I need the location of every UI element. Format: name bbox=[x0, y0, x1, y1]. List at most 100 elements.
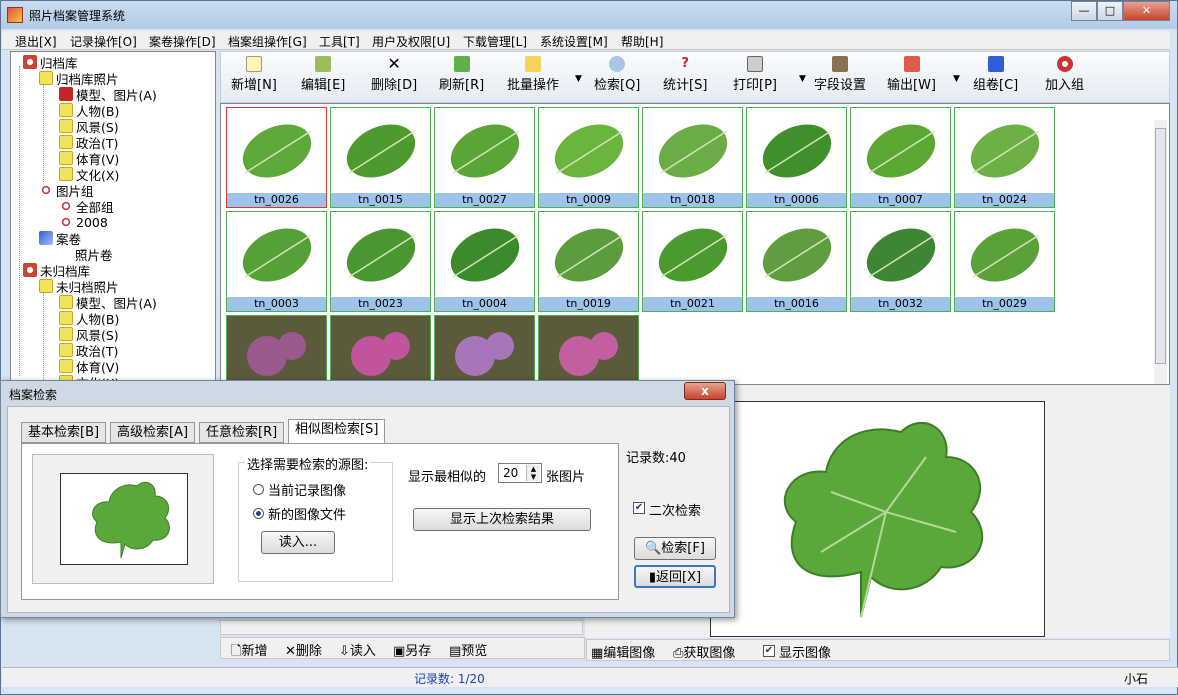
thumbnail-image bbox=[959, 113, 1051, 191]
bottom-new-button[interactable]: 🗋新增 bbox=[231, 640, 267, 664]
thumbnail-image bbox=[231, 217, 323, 295]
bottom-save-as-button[interactable]: ▣另存 bbox=[393, 640, 431, 659]
dialog-close-button[interactable]: x bbox=[684, 382, 726, 400]
close-button[interactable]: ✕ bbox=[1123, 1, 1170, 21]
export-dropdown-icon[interactable]: ▼ bbox=[953, 74, 960, 84]
thumbnail-label: tn_0032 bbox=[851, 297, 950, 311]
thumbnail-image bbox=[231, 113, 323, 191]
flower-thumbnail-image bbox=[435, 316, 534, 384]
toolbar-edit-button[interactable]: 编辑[E] bbox=[301, 54, 345, 93]
thumbnail-item[interactable]: tn_0024 bbox=[954, 107, 1055, 208]
toolbar-new-button[interactable]: 新增[N] bbox=[231, 54, 277, 93]
thumbnail-item[interactable]: tn_0003 bbox=[226, 211, 327, 312]
toolbar-export-button[interactable]: 输出[W] bbox=[887, 54, 936, 93]
menu-download[interactable]: 下载管理[L] bbox=[463, 33, 527, 50]
thumbnail-item[interactable]: tn_0026 bbox=[226, 107, 327, 208]
volume-icon bbox=[987, 56, 1004, 72]
tab-basic-search[interactable]: 基本检索[B] bbox=[21, 422, 107, 443]
thumbnail-item[interactable]: tn_0027 bbox=[434, 107, 535, 208]
status-bar: 记录数: 1/20 小石 bbox=[2, 667, 1178, 687]
batch-dropdown-icon[interactable]: ▼ bbox=[575, 74, 582, 84]
second-search-checkbox[interactable]: ✔ bbox=[633, 502, 645, 514]
thumbnail-item[interactable]: tn_0019 bbox=[538, 211, 639, 312]
thumbnail-item[interactable]: tn_0021 bbox=[642, 211, 743, 312]
status-user: 小石 bbox=[1123, 672, 1148, 686]
toolbar-batch-button[interactable]: 批量操作 bbox=[507, 54, 559, 93]
thumbnail-item[interactable] bbox=[226, 315, 327, 384]
group-icon bbox=[59, 199, 73, 213]
menu-exit[interactable]: 退出[X] bbox=[15, 33, 57, 50]
radio-new-image-file[interactable]: 新的图像文件 bbox=[253, 504, 346, 523]
menu-record[interactable]: 记录操作[O] bbox=[70, 33, 137, 50]
person-icon bbox=[59, 103, 73, 117]
tab-free-search[interactable]: 任意检索[R] bbox=[199, 422, 285, 443]
thumbnail-item[interactable]: tn_0032 bbox=[850, 211, 951, 312]
menu-users[interactable]: 用户及权限[U] bbox=[372, 33, 450, 50]
thumbnail-item[interactable] bbox=[330, 315, 431, 384]
bottom-preview-button[interactable]: ▤预览 bbox=[449, 640, 487, 659]
print-dropdown-icon[interactable]: ▼ bbox=[799, 74, 806, 84]
load-button[interactable]: 读入... bbox=[261, 531, 335, 554]
radio-current-record-image[interactable]: 当前记录图像 bbox=[253, 480, 346, 499]
group-icon bbox=[39, 183, 53, 197]
thumbnail-item[interactable] bbox=[538, 315, 639, 384]
thumbnail-image bbox=[855, 113, 947, 191]
thumbnail-item[interactable]: tn_0006 bbox=[746, 107, 847, 208]
radio-dot-selected[interactable] bbox=[253, 508, 264, 519]
stepper-arrows-icon[interactable]: ▲ ▼ bbox=[526, 465, 540, 481]
thumbnail-image bbox=[647, 217, 739, 295]
thumbnail-item[interactable]: tn_0016 bbox=[746, 211, 847, 312]
toolbar-print-button[interactable]: 打印[P] bbox=[733, 54, 777, 93]
tab-similar-image-search[interactable]: 相似图检索[S] bbox=[288, 419, 386, 444]
menu-help[interactable]: 帮助[H] bbox=[621, 33, 663, 50]
minimize-button[interactable]: — bbox=[1071, 1, 1097, 21]
menu-tools[interactable]: 工具[T] bbox=[319, 33, 360, 50]
thumbnail-label: tn_0009 bbox=[539, 193, 638, 207]
app-icon bbox=[7, 7, 23, 23]
toolbar-volume-button[interactable]: 组卷[C] bbox=[973, 54, 1018, 93]
record-actions-bar: 🗋新增 ✕删除 ⇩读入 ▣另存 ▤预览 bbox=[220, 637, 585, 659]
person-icon bbox=[59, 295, 73, 309]
thumbnail-item[interactable]: tn_0029 bbox=[954, 211, 1055, 312]
show-last-results-button[interactable]: 显示上次检索结果 bbox=[413, 508, 591, 531]
thumbnail-item[interactable]: tn_0023 bbox=[330, 211, 431, 312]
thumbnail-item[interactable] bbox=[434, 315, 535, 384]
thumbnail-image bbox=[751, 217, 843, 295]
source-groupbox: 选择需要检索的源图: 当前记录图像 新的图像文件 读入... bbox=[238, 454, 393, 582]
toolbar-add-group-button[interactable]: 加入组 bbox=[1045, 54, 1084, 93]
thumbnail-item[interactable]: tn_0009 bbox=[538, 107, 639, 208]
thumbnail-label: tn_0018 bbox=[643, 193, 742, 207]
get-image-button[interactable]: ⎙获取图像 bbox=[673, 642, 735, 661]
scrollbar-thumb[interactable] bbox=[1155, 128, 1166, 364]
edit-image-button[interactable]: ▦编辑图像 bbox=[591, 642, 655, 661]
thumbnail-item[interactable]: tn_0004 bbox=[434, 211, 535, 312]
thumbnail-item[interactable]: tn_0007 bbox=[850, 107, 951, 208]
toolbar-stats-button[interactable]: ? 统计[S] bbox=[663, 54, 707, 93]
similar-count-stepper[interactable]: 20 ▲ ▼ bbox=[498, 463, 542, 483]
menu-group[interactable]: 档案组操作[G] bbox=[228, 33, 307, 50]
menu-settings[interactable]: 系统设置[M] bbox=[540, 33, 608, 50]
back-button[interactable]: ▮返回[X] bbox=[634, 565, 716, 588]
thumbnail-label: tn_0026 bbox=[227, 193, 326, 207]
bottom-import-button[interactable]: ⇩读入 bbox=[339, 640, 376, 659]
toolbar-refresh-button[interactable]: 刷新[R] bbox=[439, 54, 484, 93]
horizontal-scrollbar[interactable] bbox=[220, 620, 583, 635]
thumbnail-item[interactable]: tn_0015 bbox=[330, 107, 431, 208]
search-button[interactable]: 🔍检索[F] bbox=[634, 537, 716, 560]
vertical-scrollbar[interactable] bbox=[1154, 120, 1167, 384]
toolbar-field-settings-button[interactable]: 字段设置 bbox=[814, 54, 866, 93]
source-leaf-image bbox=[92, 481, 170, 559]
tree-node[interactable]: 全部组 bbox=[59, 198, 114, 215]
toolbar-search-button[interactable]: 检索[Q] bbox=[594, 54, 640, 93]
show-image-checkbox[interactable]: ✔ bbox=[763, 645, 775, 657]
bottom-delete-button[interactable]: ✕删除 bbox=[285, 640, 322, 659]
radio-dot[interactable] bbox=[253, 484, 264, 495]
menu-volume[interactable]: 案卷操作[D] bbox=[149, 33, 216, 50]
maximize-button[interactable]: □ bbox=[1097, 1, 1123, 21]
person-icon bbox=[59, 167, 73, 181]
person-icon bbox=[59, 327, 73, 341]
toolbar-delete-button[interactable]: ✕ 删除[D] bbox=[371, 54, 417, 94]
tab-advanced-search[interactable]: 高级检索[A] bbox=[110, 422, 196, 443]
thumbnail-item[interactable]: tn_0018 bbox=[642, 107, 743, 208]
search-icon bbox=[609, 56, 626, 72]
